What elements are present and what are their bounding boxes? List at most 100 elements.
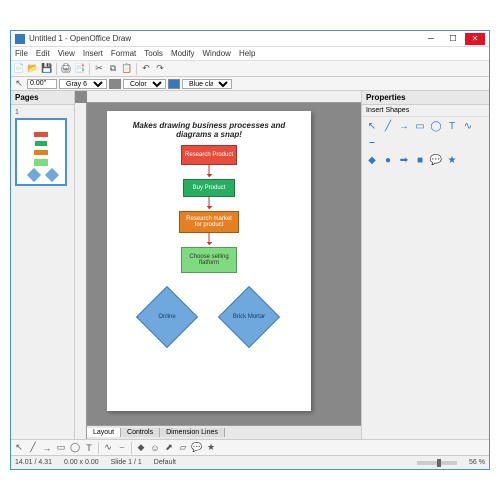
- ellipse-tool-icon[interactable]: ◯: [69, 442, 81, 454]
- menu-edit[interactable]: Edit: [36, 49, 50, 58]
- window-controls: ─ ☐ ✕: [421, 33, 485, 45]
- open-icon[interactable]: 📂: [27, 63, 39, 75]
- print-icon[interactable]: 🖨: [60, 63, 72, 75]
- menu-help[interactable]: Help: [239, 49, 255, 58]
- flow-box-research-market[interactable]: Research market for product: [179, 211, 239, 233]
- square-icon[interactable]: ■: [414, 154, 426, 166]
- status-size: 0.00 x 0.00: [64, 459, 99, 466]
- rect-tool-icon[interactable]: ▭: [55, 442, 67, 454]
- line-style-select[interactable]: Gray 6: [59, 79, 107, 89]
- arrow-tool-icon[interactable]: →: [41, 442, 53, 454]
- save-icon[interactable]: 💾: [41, 63, 53, 75]
- status-slide: Slide 1 / 1: [111, 459, 142, 466]
- size-input[interactable]: [27, 79, 57, 89]
- close-button[interactable]: ✕: [465, 33, 485, 45]
- flow-box-research-product[interactable]: Research Product: [181, 145, 237, 165]
- cut-icon[interactable]: ✂: [93, 63, 105, 75]
- status-layout: Default: [154, 459, 176, 466]
- text-tool-icon[interactable]: T: [83, 442, 95, 454]
- flow-diamond-brick-mortar[interactable]: Brick Mortar: [227, 295, 271, 339]
- diamond-label: Brick Mortar: [224, 314, 274, 320]
- new-icon[interactable]: 📄: [13, 63, 25, 75]
- symbol-shapes-icon[interactable]: ☺: [149, 442, 161, 454]
- basic-shapes-icon[interactable]: ◆: [135, 442, 147, 454]
- status-position: 14.01 / 4.31: [15, 459, 52, 466]
- diamond-label: Online: [142, 314, 192, 320]
- tab-layout[interactable]: Layout: [87, 428, 121, 437]
- layer-tabs: Layout Controls Dimension Lines: [87, 425, 361, 439]
- callout-icon[interactable]: 💬: [430, 154, 442, 166]
- line-color-swatch[interactable]: [109, 79, 121, 89]
- block-arrows-icon[interactable]: ⬈: [163, 442, 175, 454]
- separator: [98, 442, 99, 454]
- arrow-icon[interactable]: [209, 233, 210, 245]
- page-thumbnail[interactable]: [15, 118, 67, 186]
- drawing-toolbar: ↖ ╱ → ▭ ◯ T ∿ ⎯ ◆ ☺ ⬈ ▱ 💬 ★: [11, 439, 489, 455]
- separator: [136, 63, 137, 75]
- copy-icon[interactable]: ⧉: [107, 63, 119, 75]
- menu-tools[interactable]: Tools: [144, 49, 163, 58]
- arrow-icon[interactable]: [209, 197, 210, 209]
- flowchart-icon[interactable]: ▱: [177, 442, 189, 454]
- thumb-box: [34, 159, 48, 166]
- vertical-ruler[interactable]: [75, 103, 87, 439]
- connector-icon[interactable]: ⎯: [366, 136, 378, 148]
- circle-icon[interactable]: ●: [382, 154, 394, 166]
- pages-panel: Pages 1: [11, 91, 75, 439]
- line-icon[interactable]: ╱: [27, 442, 39, 454]
- arrow-right-icon[interactable]: ➡: [398, 154, 410, 166]
- flow-box-buy-product[interactable]: Buy Product: [183, 179, 235, 197]
- separator: [89, 63, 90, 75]
- pointer-icon[interactable]: ↖: [13, 78, 25, 90]
- maximize-button[interactable]: ☐: [443, 33, 463, 45]
- insert-shapes-section: Insert Shapes: [362, 105, 489, 117]
- redo-icon[interactable]: ↷: [154, 63, 166, 75]
- tab-controls[interactable]: Controls: [121, 428, 160, 437]
- menu-window[interactable]: Window: [203, 49, 231, 58]
- minimize-button[interactable]: ─: [421, 33, 441, 45]
- menu-modify[interactable]: Modify: [171, 49, 195, 58]
- shape-row: ◆ ● ➡ ■ 💬 ★: [362, 151, 489, 169]
- pointer-icon[interactable]: ↖: [13, 442, 25, 454]
- status-zoom: 56 %: [469, 459, 485, 466]
- pages-header: Pages: [11, 91, 74, 105]
- menu-file[interactable]: File: [15, 49, 28, 58]
- menu-insert[interactable]: Insert: [83, 49, 103, 58]
- page-title-text[interactable]: Makes drawing business processes and dia…: [107, 111, 311, 145]
- fill-type-select[interactable]: Color: [123, 79, 166, 89]
- page-number: 1: [15, 109, 70, 116]
- flow-diamond-online[interactable]: Online: [145, 295, 189, 339]
- fill-color-swatch[interactable]: [168, 79, 180, 89]
- menu-format[interactable]: Format: [111, 49, 136, 58]
- shape-row: ↖ ╱ → ▭ ◯ T ∿ ⎯: [362, 117, 489, 151]
- callout-icon[interactable]: 💬: [191, 442, 203, 454]
- flow-box-choose-platform[interactable]: Choose selling flatform: [181, 247, 237, 273]
- curve-icon[interactable]: ∿: [462, 120, 474, 132]
- ellipse-icon[interactable]: ◯: [430, 120, 442, 132]
- star-icon[interactable]: ★: [446, 154, 458, 166]
- pointer-icon[interactable]: ↖: [366, 120, 378, 132]
- thumbnail-container: 1: [11, 105, 74, 190]
- menu-view[interactable]: View: [58, 49, 75, 58]
- diamond-icon[interactable]: ◆: [366, 154, 378, 166]
- fill-style-select[interactable]: Blue classic: [182, 79, 232, 89]
- text-icon[interactable]: T: [446, 120, 458, 132]
- rect-icon[interactable]: ▭: [414, 120, 426, 132]
- zoom-slider[interactable]: [417, 461, 457, 465]
- drawing-page[interactable]: Makes drawing business processes and dia…: [107, 111, 311, 411]
- tab-dimension-lines[interactable]: Dimension Lines: [160, 428, 225, 437]
- pdf-icon[interactable]: 📑: [74, 63, 86, 75]
- arrow-icon[interactable]: [209, 165, 210, 177]
- titlebar: Untitled 1 - OpenOffice Draw ─ ☐ ✕: [11, 31, 489, 47]
- main-toolbar: 📄 📂 💾 🖨 📑 ✂ ⧉ 📋 ↶ ↷: [11, 61, 489, 77]
- paste-icon[interactable]: 📋: [121, 63, 133, 75]
- undo-icon[interactable]: ↶: [140, 63, 152, 75]
- horizontal-ruler[interactable]: [87, 91, 361, 103]
- canvas[interactable]: Makes drawing business processes and dia…: [87, 103, 361, 425]
- thumb-box: [34, 132, 48, 137]
- line-icon[interactable]: ╱: [382, 120, 394, 132]
- connector-tool-icon[interactable]: ⎯: [116, 442, 128, 454]
- curve-tool-icon[interactable]: ∿: [102, 442, 114, 454]
- arrow-icon[interactable]: →: [398, 120, 410, 132]
- star-icon[interactable]: ★: [205, 442, 217, 454]
